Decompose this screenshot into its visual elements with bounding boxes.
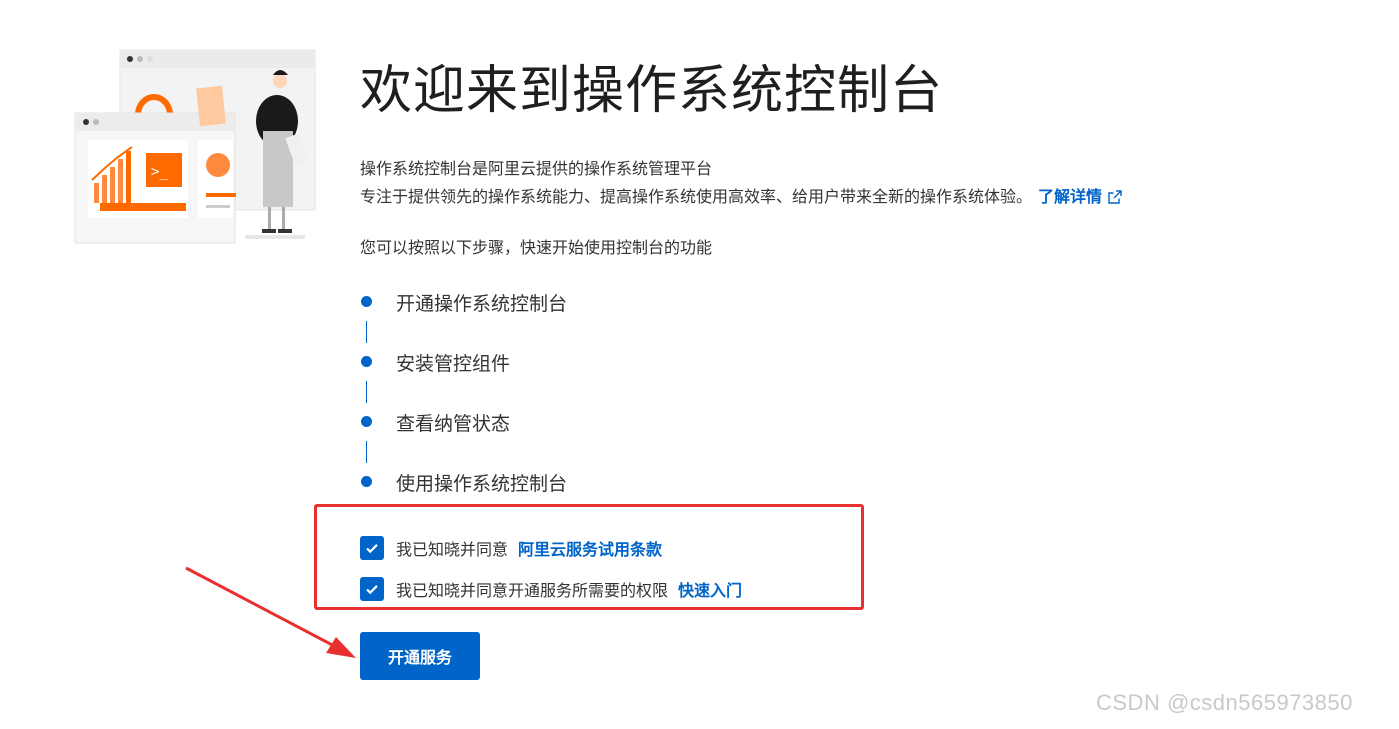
steps-intro: 您可以按照以下步骤，快速开始使用控制台的功能 [360, 238, 713, 257]
trial-terms-link[interactable]: 阿里云服务试用条款 [518, 536, 662, 560]
step-item: 查看纳管状态 [360, 405, 760, 439]
step-dot [361, 296, 372, 307]
quick-start-link[interactable]: 快速入门 [678, 577, 742, 601]
checkmark-icon [366, 585, 378, 595]
console-illustration-graphic: >_ [74, 49, 316, 244]
page-title: 欢迎来到操作系统控制台 [360, 61, 944, 121]
agreement-row-trial-terms: 我已知晓并同意 阿里云服务试用条款 [360, 535, 662, 561]
intro-line-1: 操作系统控制台是阿里云提供的操作系统管理平台 [360, 159, 713, 178]
step-label: 安装管控组件 [396, 353, 511, 375]
permissions-checkbox[interactable] [360, 577, 384, 601]
step-connector [366, 441, 367, 463]
intro-text: 操作系统控制台是阿里云提供的操作系统管理平台 专注于提供领先的操作系统能力、提高… [360, 155, 1122, 213]
step-dot [361, 476, 372, 487]
intro-line-2: 专注于提供领先的操作系统能力、提高操作系统使用高效率、给用户带来全新的操作系统体… [360, 183, 1122, 213]
step-item: 开通操作系统控制台 [360, 285, 760, 319]
step-item: 安装管控组件 [360, 345, 760, 379]
step-label: 开通操作系统控制台 [396, 293, 568, 315]
watermark: CSDN @csdn565973850 [1096, 690, 1353, 715]
step-dot [361, 356, 372, 367]
trial-terms-checkbox[interactable] [360, 536, 384, 560]
welcome-illustration: >_ [70, 45, 330, 250]
agreement-text: 我已知晓并同意 [396, 540, 509, 559]
checkmark-icon [366, 544, 378, 554]
agreement-text: 我已知晓并同意开通服务所需要的权限 [396, 581, 669, 600]
open-service-button[interactable]: 开通服务 [360, 632, 480, 680]
intro-line-2-text: 专注于提供领先的操作系统能力、提高操作系统使用高效率、给用户带来全新的操作系统体… [360, 187, 1033, 206]
step-connector [366, 321, 367, 343]
learn-more-link[interactable]: 了解详情 [1038, 187, 1122, 206]
learn-more-label: 了解详情 [1038, 187, 1103, 206]
external-link-icon [1108, 185, 1122, 213]
step-label: 使用操作系统控制台 [396, 473, 568, 495]
step-item: 使用操作系统控制台 [360, 465, 760, 499]
svg-text:>_: >_ [151, 164, 168, 180]
step-dot [361, 416, 372, 427]
agreement-row-permissions: 我已知晓并同意开通服务所需要的权限 快速入门 [360, 576, 742, 602]
step-label: 查看纳管状态 [396, 413, 511, 435]
step-connector [366, 381, 367, 403]
